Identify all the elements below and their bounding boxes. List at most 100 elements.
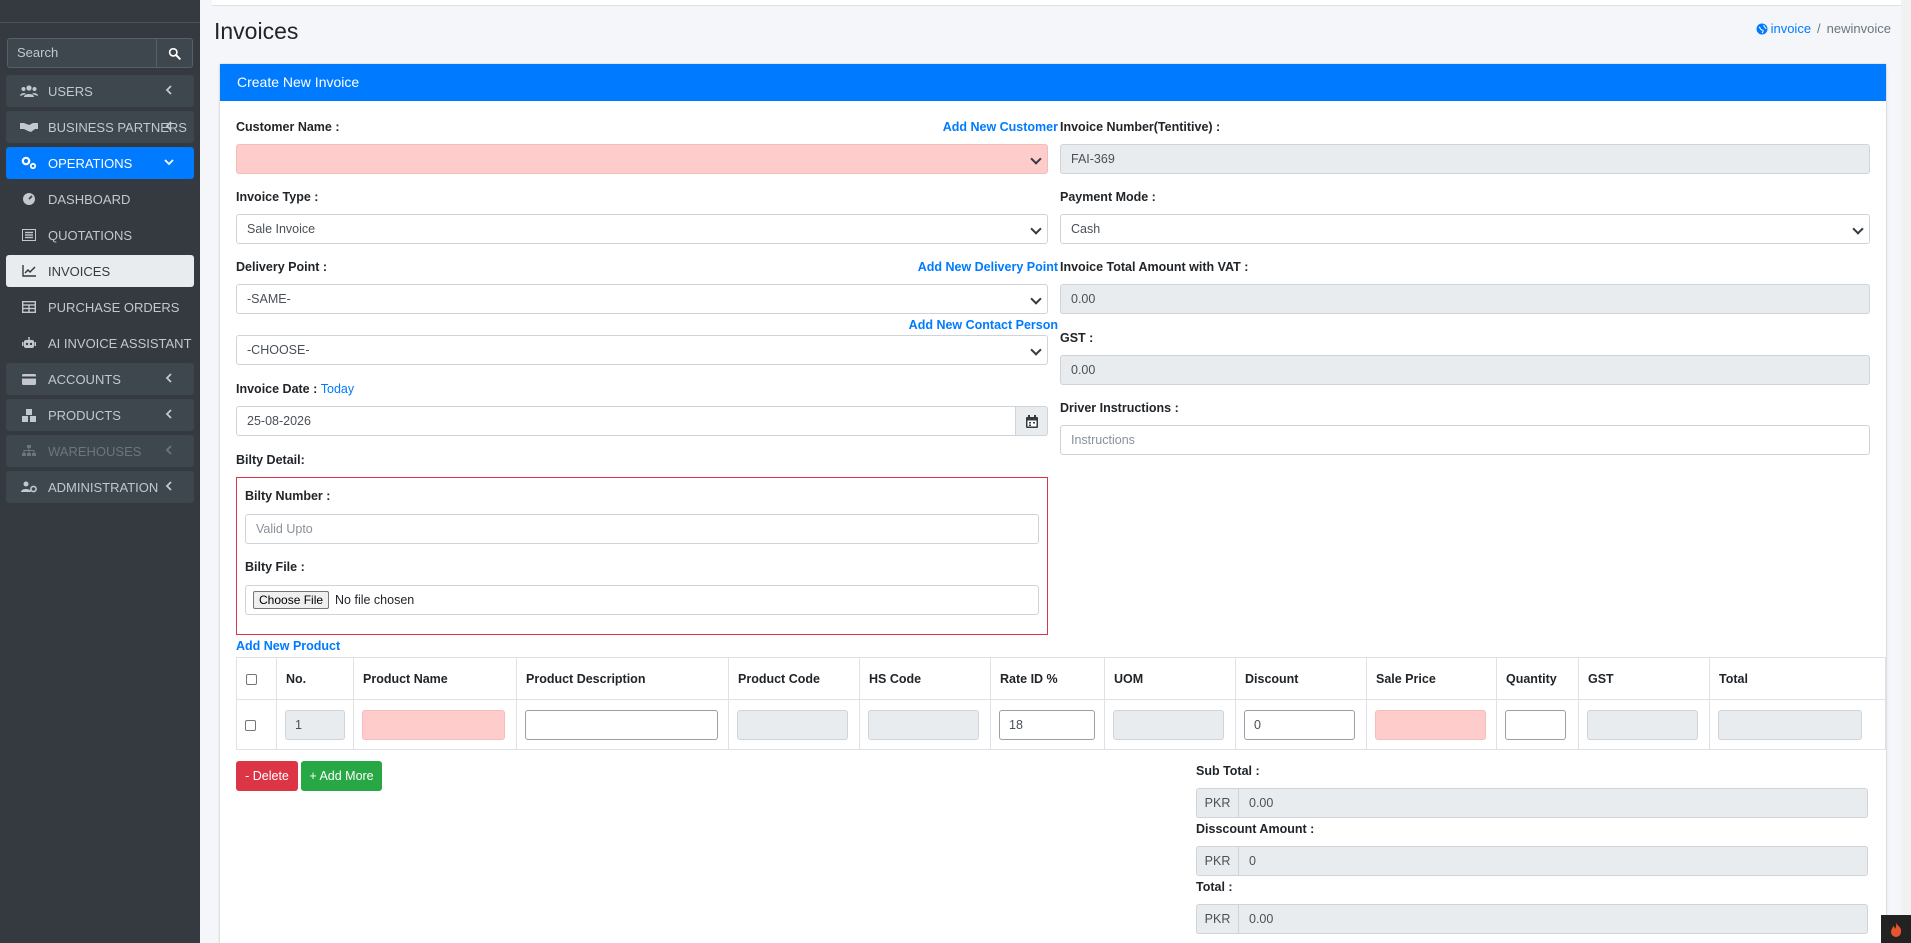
- delivery-point-label: Delivery Point :: [236, 260, 327, 274]
- column-header: Product Name: [353, 657, 517, 700]
- add-new-product-link[interactable]: Add New Product: [236, 639, 340, 653]
- gst-label: GST :: [1060, 331, 1094, 345]
- customer-name-label: Customer Name :: [236, 120, 340, 134]
- sidebar-item-invoices[interactable]: INVOICES: [6, 255, 194, 287]
- chart-line-icon: [20, 264, 38, 278]
- sidebar-item-dashboard[interactable]: DASHBOARD: [6, 183, 194, 215]
- calendar-button[interactable]: [1015, 406, 1048, 436]
- delivery-point-select[interactable]: -SAME-: [236, 284, 1048, 314]
- currency-prefix: PKR: [1196, 904, 1238, 934]
- product-code-input[interactable]: [737, 709, 848, 740]
- sidebar-item-purchase-orders[interactable]: PURCHASE ORDERS: [6, 291, 194, 323]
- top-navbar: [212, 0, 1911, 6]
- select-all-checkbox[interactable]: [246, 673, 257, 685]
- column-header: GST: [1578, 657, 1710, 700]
- subtotal-field: PKR 0.00: [1196, 788, 1868, 818]
- sidebar-item-administration[interactable]: ADMINISTRATION: [6, 471, 194, 503]
- row-number-input[interactable]: 1: [285, 709, 345, 740]
- table-header-row: No. Product Name Product Description Pro…: [236, 657, 1886, 700]
- total-label: Total :: [1196, 880, 1233, 894]
- driver-instructions-label: Driver Instructions :: [1060, 401, 1179, 415]
- bilty-number-label: Bilty Number :: [245, 489, 331, 503]
- invoice-total-vat-input[interactable]: 0.00: [1060, 284, 1870, 314]
- discount-amount-input[interactable]: 0: [1238, 846, 1868, 876]
- quantity-input[interactable]: [1505, 709, 1566, 740]
- add-new-delivery-point-link[interactable]: Add New Delivery Point: [918, 260, 1058, 274]
- table-icon: [20, 300, 38, 314]
- handshake-icon: [20, 120, 38, 134]
- chevron-left-icon: [165, 373, 172, 383]
- card-title: Create New Invoice: [220, 64, 1886, 101]
- sidebar-item-accounts[interactable]: ACCOUNTS: [6, 363, 194, 395]
- breadcrumb-separator: /: [1817, 21, 1821, 36]
- add-new-contact-person-link[interactable]: Add New Contact Person: [909, 318, 1058, 332]
- uom-input[interactable]: [1113, 709, 1224, 740]
- breadcrumb-link[interactable]: invoice: [1756, 21, 1811, 36]
- sidebar-item-warehouses[interactable]: WAREHOUSES: [6, 435, 194, 467]
- invoice-date-label: Invoice Date : Today: [236, 382, 354, 396]
- currency-prefix: PKR: [1196, 846, 1238, 876]
- invoice-type-select[interactable]: Sale Invoice: [236, 214, 1048, 244]
- column-header: No.: [276, 657, 354, 700]
- sidebar-item-products[interactable]: PRODUCTS: [6, 399, 194, 431]
- search-button[interactable]: [156, 38, 193, 68]
- subtotal-input[interactable]: 0.00: [1238, 788, 1868, 818]
- cubes-icon: [20, 408, 38, 422]
- users-icon: [20, 84, 38, 98]
- sale-price-input[interactable]: [1375, 709, 1486, 740]
- driver-instructions-input[interactable]: Instructions: [1060, 425, 1870, 455]
- rate-input[interactable]: 18: [999, 709, 1095, 740]
- sidebar-item-business-partners[interactable]: BUSINESS PARTNERS: [6, 111, 194, 143]
- column-header: Total: [1709, 657, 1886, 700]
- payment-mode-select[interactable]: Cash: [1060, 214, 1870, 244]
- sitemap-icon: [20, 444, 38, 458]
- choose-file-button[interactable]: Choose File: [253, 591, 330, 609]
- delete-button[interactable]: - Delete: [236, 761, 298, 791]
- file-status: No file chosen: [335, 593, 415, 607]
- chevron-left-icon: [165, 121, 172, 131]
- breadcrumb-link-label: invoice: [1770, 21, 1812, 36]
- gst-row-input[interactable]: [1587, 709, 1698, 740]
- product-description-input[interactable]: [525, 709, 718, 740]
- add-more-button[interactable]: + Add More: [301, 761, 382, 791]
- app-tray: [1881, 915, 1911, 943]
- add-new-customer-link[interactable]: Add New Customer: [943, 120, 1058, 134]
- column-header: Product Description: [516, 657, 729, 700]
- sidebar-item-quotations[interactable]: QUOTATIONS: [6, 219, 194, 251]
- column-header: HS Code: [859, 657, 991, 700]
- bilty-file-input[interactable]: Choose File No file chosen: [245, 585, 1039, 615]
- column-header: Sale Price: [1366, 657, 1497, 700]
- contact-person-select[interactable]: -CHOOSE-: [236, 335, 1048, 365]
- product-table: No. Product Name Product Description Pro…: [236, 657, 1886, 750]
- chevron-left-icon: [165, 445, 172, 455]
- sidebar-item-label: QUOTATIONS: [48, 227, 133, 243]
- currency-prefix: PKR: [1196, 788, 1238, 818]
- sidebar-item-operations[interactable]: OPERATIONS: [6, 147, 194, 179]
- customer-name-select[interactable]: [236, 144, 1048, 174]
- tachometer-icon: [20, 192, 38, 206]
- sidebar-item-ai-invoice-assistant[interactable]: AI INVOICE ASSISTANT: [6, 327, 194, 359]
- invoice-date-input[interactable]: 25-08-2026: [236, 406, 1016, 436]
- column-header: Discount: [1235, 657, 1367, 700]
- sidebar-item-users[interactable]: USERS: [6, 75, 194, 107]
- invoice-total-vat-label: Invoice Total Amount with VAT :: [1060, 260, 1249, 274]
- bilty-number-input[interactable]: Valid Upto: [245, 514, 1039, 544]
- sidebar-item-label: PURCHASE ORDERS: [48, 299, 180, 315]
- product-name-input[interactable]: [362, 709, 505, 740]
- column-header: UOM: [1104, 657, 1236, 700]
- today-link[interactable]: Today: [321, 382, 354, 396]
- sidebar: Search USERS BUSINESS PARTNERS OPERATION…: [0, 0, 200, 943]
- column-header: Rate ID %: [990, 657, 1105, 700]
- page-scrollbar[interactable]: [1901, 0, 1911, 943]
- invoice-number-input[interactable]: FAI-369: [1060, 144, 1870, 174]
- row-checkbox[interactable]: [245, 719, 256, 731]
- gears-icon: [20, 156, 38, 170]
- gst-input[interactable]: 0.00: [1060, 355, 1870, 385]
- search-input[interactable]: Search: [7, 38, 156, 68]
- hs-code-input[interactable]: [868, 709, 979, 740]
- breadcrumb-current: newinvoice: [1826, 21, 1891, 36]
- discount-input[interactable]: 0: [1244, 709, 1355, 740]
- total-row-input[interactable]: [1718, 709, 1862, 740]
- column-header: Product Code: [728, 657, 860, 700]
- total-input[interactable]: 0.00: [1238, 904, 1868, 934]
